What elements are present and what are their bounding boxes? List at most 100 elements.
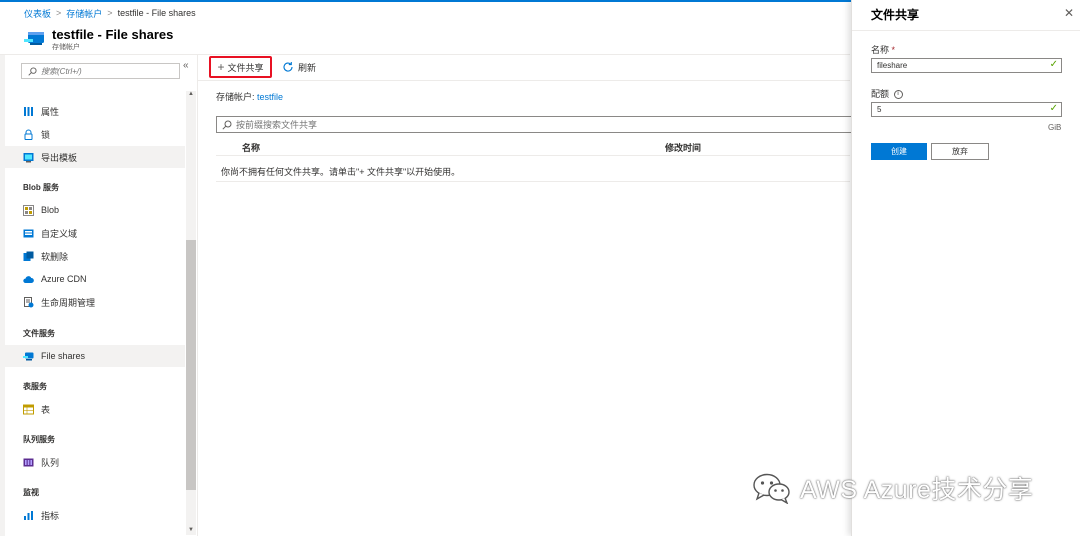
scroll-up-arrow-icon[interactable]: ▲ — [186, 91, 196, 97]
quota-input[interactable] — [877, 105, 1037, 114]
metrics-icon — [24, 510, 33, 520]
sidebar-item-azure-cdn[interactable]: Azure CDN — [0, 268, 185, 290]
sidebar-item-label: File shares — [41, 351, 86, 361]
toolbar-divider — [198, 80, 850, 81]
lifecycle-icon — [24, 296, 34, 307]
content-divider — [197, 55, 198, 536]
file-share-icon — [24, 32, 44, 45]
discard-button[interactable]: 放弃 — [931, 143, 989, 160]
panel-title: 文件共享 — [871, 8, 920, 22]
checkmark-icon: ✓ — [1049, 59, 1058, 70]
sidebar-item-lock[interactable]: 锁 — [0, 123, 185, 145]
table-header: 名称 修改时间 — [216, 138, 850, 156]
sidebar-section-file: 文件服务 — [23, 329, 55, 338]
sidebar-item-label: Blob — [41, 205, 60, 215]
queue-icon — [23, 458, 34, 466]
quota-label-text: 配额 — [871, 89, 890, 99]
page-subtitle: 存储帐户 — [52, 44, 80, 51]
cloud-icon — [23, 275, 34, 283]
sidebar-item-label: 指标 — [41, 510, 60, 521]
chevron-right-icon: > — [56, 8, 62, 18]
name-field-label: 名称 * — [871, 43, 895, 56]
sidebar-item-label: 生命周期管理 — [41, 297, 96, 308]
quota-field[interactable]: ✓ — [871, 102, 1062, 117]
add-file-share-label: 文件共享 — [227, 62, 264, 73]
breadcrumb-storage-accounts[interactable]: 存储帐户 — [66, 7, 102, 20]
column-header-name[interactable]: 名称 — [242, 141, 260, 154]
add-file-share-button[interactable]: + 文件共享 — [209, 56, 272, 78]
name-label-text: 名称 — [871, 45, 890, 55]
sidebar-item-queue[interactable]: 队列 — [0, 451, 185, 473]
breadcrumb-current: testfile - File shares — [117, 8, 196, 18]
checkmark-icon: ✓ — [1049, 103, 1058, 114]
column-header-modified[interactable]: 修改时间 — [665, 141, 701, 154]
wechat-icon — [753, 473, 790, 504]
page-title: testfile - File shares — [52, 27, 174, 42]
chevron-right-icon: > — [107, 8, 113, 18]
table-icon — [23, 404, 34, 414]
sidebar-item-label: 软删除 — [41, 251, 69, 262]
breadcrumb: 仪表板 > 存储帐户 > testfile - File shares — [24, 6, 196, 20]
storage-account-link[interactable]: testfile — [257, 92, 283, 102]
sidebar-item-blob[interactable]: Blob — [0, 199, 185, 221]
sidebar-item-label: Azure CDN — [41, 274, 87, 284]
sidebar-search[interactable] — [21, 63, 180, 79]
sidebar-item-soft-delete[interactable]: 软删除 — [0, 245, 185, 267]
sidebar-item-label: 锁 — [41, 129, 51, 140]
scroll-down-arrow-icon[interactable]: ▼ — [186, 527, 196, 533]
blob-icon — [23, 204, 34, 216]
sidebar-item-label: 表 — [41, 404, 51, 415]
quota-field-label: 配额 i — [871, 87, 903, 100]
empty-state-message: 你尚不拥有任何文件共享。请单击"+ 文件共享"以开始使用。 — [221, 167, 461, 177]
sidebar-search-input[interactable] — [41, 66, 161, 76]
name-input[interactable] — [877, 61, 1037, 70]
collapse-sidebar-button[interactable]: « — [183, 60, 189, 71]
table-row-divider — [216, 181, 850, 182]
new-file-share-panel: 文件共享 ✕ 名称 * ✓ 配额 i ✓ GiB 创建 放弃 — [851, 0, 1080, 536]
file-share-search-input[interactable] — [236, 119, 636, 130]
sidebar-item-custom-domain[interactable]: 自定义域 — [0, 222, 185, 244]
properties-icon — [24, 106, 33, 116]
refresh-button[interactable]: 刷新 — [282, 60, 316, 74]
sidebar-item-metrics[interactable]: 指标 — [0, 504, 185, 526]
search-icon — [222, 120, 232, 130]
sidebar-item-table[interactable]: 表 — [0, 398, 185, 420]
lock-icon — [24, 129, 33, 140]
watermark-text: AWS Azure技术分享 — [800, 476, 1034, 504]
sidebar-item-label: 导出模板 — [41, 152, 78, 163]
sidebar: « ▲ ▼ 属性 锁 导出模板 Blob 服务 Blob 自定义域 — [0, 55, 197, 536]
file-share-search[interactable] — [216, 116, 856, 133]
sidebar-section-monitor: 监视 — [23, 488, 39, 497]
info-icon[interactable]: i — [893, 90, 903, 100]
sidebar-scroll-thumb[interactable] — [186, 240, 196, 490]
storage-account-line: 存储帐户: testfile — [216, 90, 283, 103]
breadcrumb-dashboard[interactable]: 仪表板 — [24, 7, 51, 20]
panel-divider — [852, 30, 1080, 31]
sidebar-item-properties[interactable]: 属性 — [0, 100, 185, 122]
export-template-icon — [23, 152, 34, 162]
quota-unit: GiB — [1048, 123, 1062, 132]
refresh-icon — [283, 62, 293, 72]
sidebar-item-export-template[interactable]: 导出模板 — [0, 146, 185, 168]
storage-account-label: 存储帐户: — [216, 92, 258, 102]
sidebar-section-table: 表服务 — [23, 382, 47, 391]
name-field[interactable]: ✓ — [871, 58, 1062, 73]
close-icon[interactable]: ✕ — [1064, 6, 1074, 20]
sidebar-item-label: 属性 — [41, 106, 60, 117]
sidebar-item-label: 自定义域 — [41, 228, 78, 239]
azure-portal-page: 仪表板 > 存储帐户 > testfile - File shares test… — [0, 0, 1080, 536]
refresh-label: 刷新 — [298, 62, 317, 73]
file-share-icon — [23, 352, 34, 360]
sidebar-section-queue: 队列服务 — [23, 435, 55, 444]
sidebar-item-file-shares[interactable]: File shares — [0, 345, 185, 367]
required-marker: * — [891, 45, 896, 55]
watermark: AWS Azure技术分享 — [752, 470, 1033, 506]
search-icon — [28, 66, 37, 76]
custom-domain-icon — [23, 229, 34, 237]
soft-delete-icon — [23, 251, 34, 261]
sidebar-item-label: 队列 — [41, 457, 60, 468]
sidebar-item-lifecycle[interactable]: 生命周期管理 — [0, 291, 185, 313]
create-button[interactable]: 创建 — [871, 143, 927, 160]
plus-icon: + — [217, 60, 225, 74]
sidebar-section-blob: Blob 服务 — [23, 183, 59, 192]
